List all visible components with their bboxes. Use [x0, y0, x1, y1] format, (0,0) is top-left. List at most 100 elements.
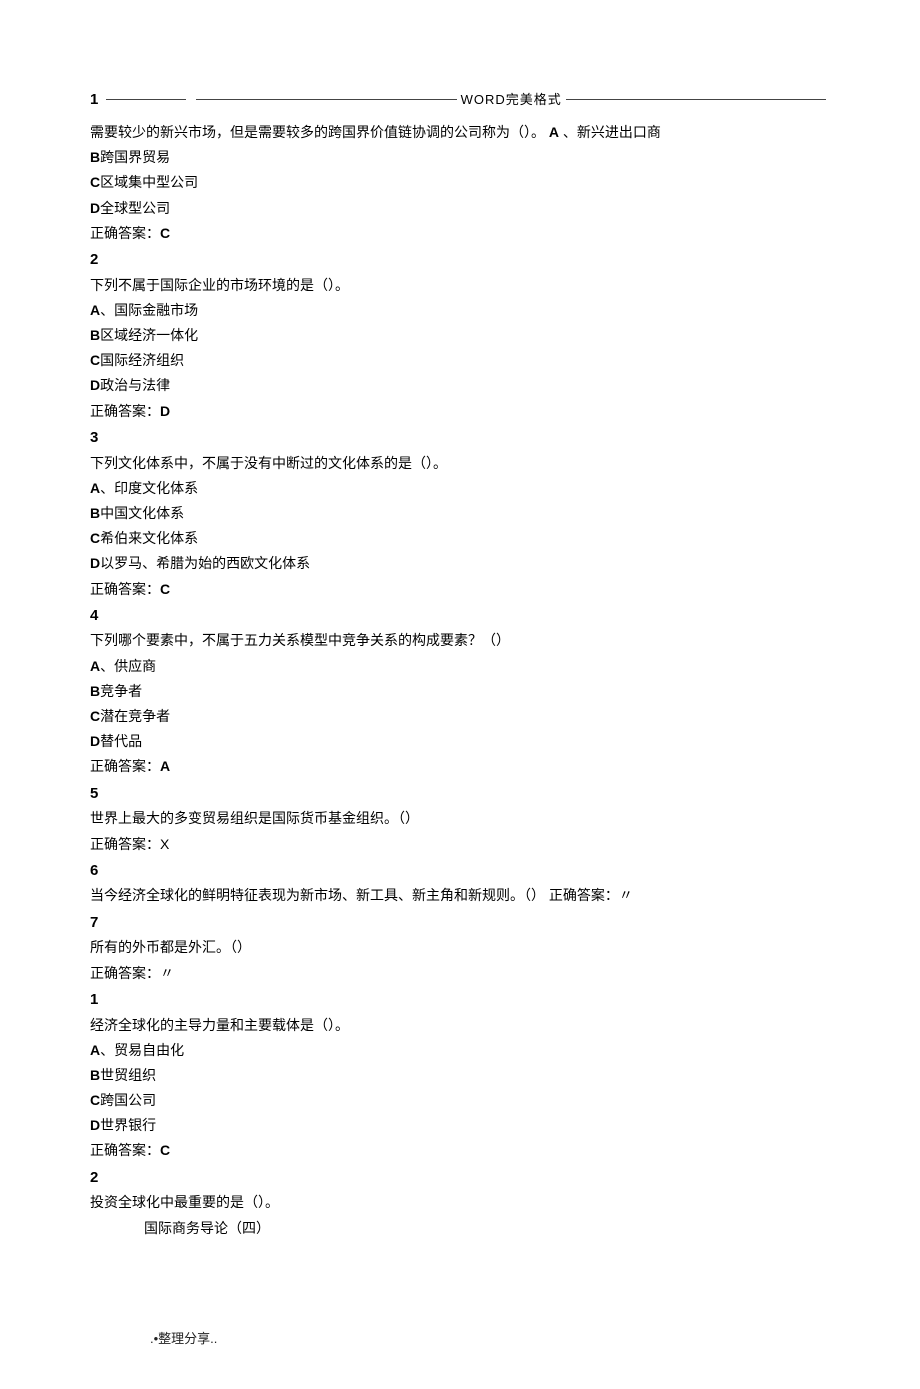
section-subtitle: 国际商务导论（四）: [144, 1218, 830, 1240]
option-text: 、贸易自由化: [100, 1042, 184, 1058]
option-line: A、贸易自由化: [90, 1040, 830, 1062]
question-number: 1: [90, 88, 98, 111]
question-number: 6: [90, 859, 830, 882]
document-page: 1 WORD完美格式 需要较少的新兴市场，但是需要较多的跨国界价值链协调的公司称…: [0, 0, 920, 1389]
option-text: 以罗马、希腊为始的西欧文化体系: [100, 555, 310, 571]
question-number: 5: [90, 782, 830, 805]
page-title: WORD完美格式: [461, 90, 562, 110]
answer-value: D: [160, 403, 170, 419]
question-stem: 经济全球化的主导力量和主要载体是（）。: [90, 1015, 830, 1037]
option-key: A: [549, 124, 559, 140]
option-key: B: [90, 327, 100, 343]
option-text: 区域经济一体化: [100, 327, 198, 343]
option-line: B跨国界贸易: [90, 147, 830, 169]
option-text: 政治与法律: [100, 377, 170, 393]
option-key: B: [90, 683, 100, 699]
rule-segment-left-short: [106, 99, 186, 100]
option-line: C国际经济组织: [90, 350, 830, 372]
option-key: C: [90, 1092, 100, 1108]
option-line: D全球型公司: [90, 198, 830, 220]
option-key: C: [90, 530, 100, 546]
option-line: C区域集中型公司: [90, 172, 830, 194]
answer-label: 正确答案：: [90, 225, 160, 241]
header-rule-line: 1 WORD完美格式: [90, 88, 830, 111]
rule-segment-right: [566, 99, 826, 100]
option-line: D政治与法律: [90, 375, 830, 397]
question-stem-inline-answer: 当今经济全球化的鲜明特征表现为新市场、新工具、新主角和新规则。（） 正确答案：〃: [90, 885, 830, 907]
option-key: D: [90, 200, 100, 216]
answer-label: 正确答案：: [90, 965, 160, 981]
option-line: D替代品: [90, 731, 830, 753]
option-text: 潜在竞争者: [100, 708, 170, 724]
option-text: 跨国界贸易: [100, 149, 170, 165]
answer-line: 正确答案：D: [90, 401, 830, 423]
answer-line: 正确答案：A: [90, 756, 830, 778]
question-stem: 需要较少的新兴市场，但是需要较多的跨国界价值链协调的公司称为（）。 A 、新兴进…: [90, 122, 830, 144]
page-header: 1 WORD完美格式: [90, 88, 830, 111]
answer-label: 正确答案：: [90, 1142, 160, 1158]
option-text: 世界银行: [100, 1117, 156, 1133]
question-number: 7: [90, 911, 830, 934]
option-key: D: [90, 733, 100, 749]
question-stem: 下列哪个要素中，不属于五力关系模型中竞争关系的构成要素？（）: [90, 630, 830, 652]
answer-label: 正确答案：: [90, 581, 160, 597]
answer-value: C: [160, 225, 170, 241]
option-line: D世界银行: [90, 1115, 830, 1137]
option-key: A: [90, 658, 100, 674]
answer-line: 正确答案：C: [90, 1140, 830, 1162]
question-stem: 世界上最大的多变贸易组织是国际货币基金组织。（）: [90, 808, 830, 830]
option-line: C潜在竞争者: [90, 706, 830, 728]
option-key: D: [90, 377, 100, 393]
stem-text: 需要较少的新兴市场，但是需要较多的跨国界价值链协调的公司称为（）。: [90, 124, 549, 140]
option-text: 跨国公司: [100, 1092, 156, 1108]
option-key: D: [90, 1117, 100, 1133]
question-stem: 投资全球化中最重要的是（）。: [90, 1192, 830, 1214]
option-text: 、新兴进出口商: [563, 124, 661, 140]
option-text: 全球型公司: [100, 200, 170, 216]
option-key: D: [90, 555, 100, 571]
answer-value: C: [160, 1142, 170, 1158]
option-text: 、国际金融市场: [100, 302, 198, 318]
page-footer: .•整理分享..: [150, 1329, 830, 1349]
answer-line: 正确答案：C: [90, 223, 830, 245]
rule-segment-left: [196, 99, 456, 100]
question-number: 2: [90, 248, 830, 271]
option-key: A: [90, 480, 100, 496]
option-text: 中国文化体系: [100, 505, 184, 521]
question-stem: 下列文化体系中，不属于没有中断过的文化体系的是（）。: [90, 453, 830, 475]
option-text: 区域集中型公司: [100, 174, 198, 190]
option-key: C: [90, 708, 100, 724]
option-key: C: [90, 174, 100, 190]
option-text: 、供应商: [100, 658, 156, 674]
question-number: 3: [90, 426, 830, 449]
document-body: 需要较少的新兴市场，但是需要较多的跨国界价值链协调的公司称为（）。 A 、新兴进…: [90, 122, 830, 1349]
option-line: B竞争者: [90, 681, 830, 703]
question-number: 2: [90, 1166, 830, 1189]
question-number: 4: [90, 604, 830, 627]
option-line: B世贸组织: [90, 1065, 830, 1087]
option-key: B: [90, 149, 100, 165]
option-line: B中国文化体系: [90, 503, 830, 525]
option-line: A、国际金融市场: [90, 300, 830, 322]
answer-value: A: [160, 758, 170, 774]
option-line: C跨国公司: [90, 1090, 830, 1112]
answer-line: 正确答案：X: [90, 834, 830, 856]
answer-line: 正确答案：〃: [90, 963, 830, 985]
answer-value: 〃: [160, 965, 174, 981]
option-line: B区域经济一体化: [90, 325, 830, 347]
option-text: 国际经济组织: [100, 352, 184, 368]
question-number: 1: [90, 988, 830, 1011]
answer-label: 正确答案：: [90, 758, 160, 774]
option-key: B: [90, 1067, 100, 1083]
option-key: C: [90, 352, 100, 368]
option-line: A、印度文化体系: [90, 478, 830, 500]
answer-value: X: [160, 836, 169, 852]
option-text: 竞争者: [100, 683, 142, 699]
option-line: D以罗马、希腊为始的西欧文化体系: [90, 553, 830, 575]
option-key: B: [90, 505, 100, 521]
option-key: A: [90, 1042, 100, 1058]
option-text: 希伯来文化体系: [100, 530, 198, 546]
option-text: 世贸组织: [100, 1067, 156, 1083]
answer-label: 正确答案：: [90, 836, 160, 852]
question-stem: 下列不属于国际企业的市场环境的是（）。: [90, 275, 830, 297]
